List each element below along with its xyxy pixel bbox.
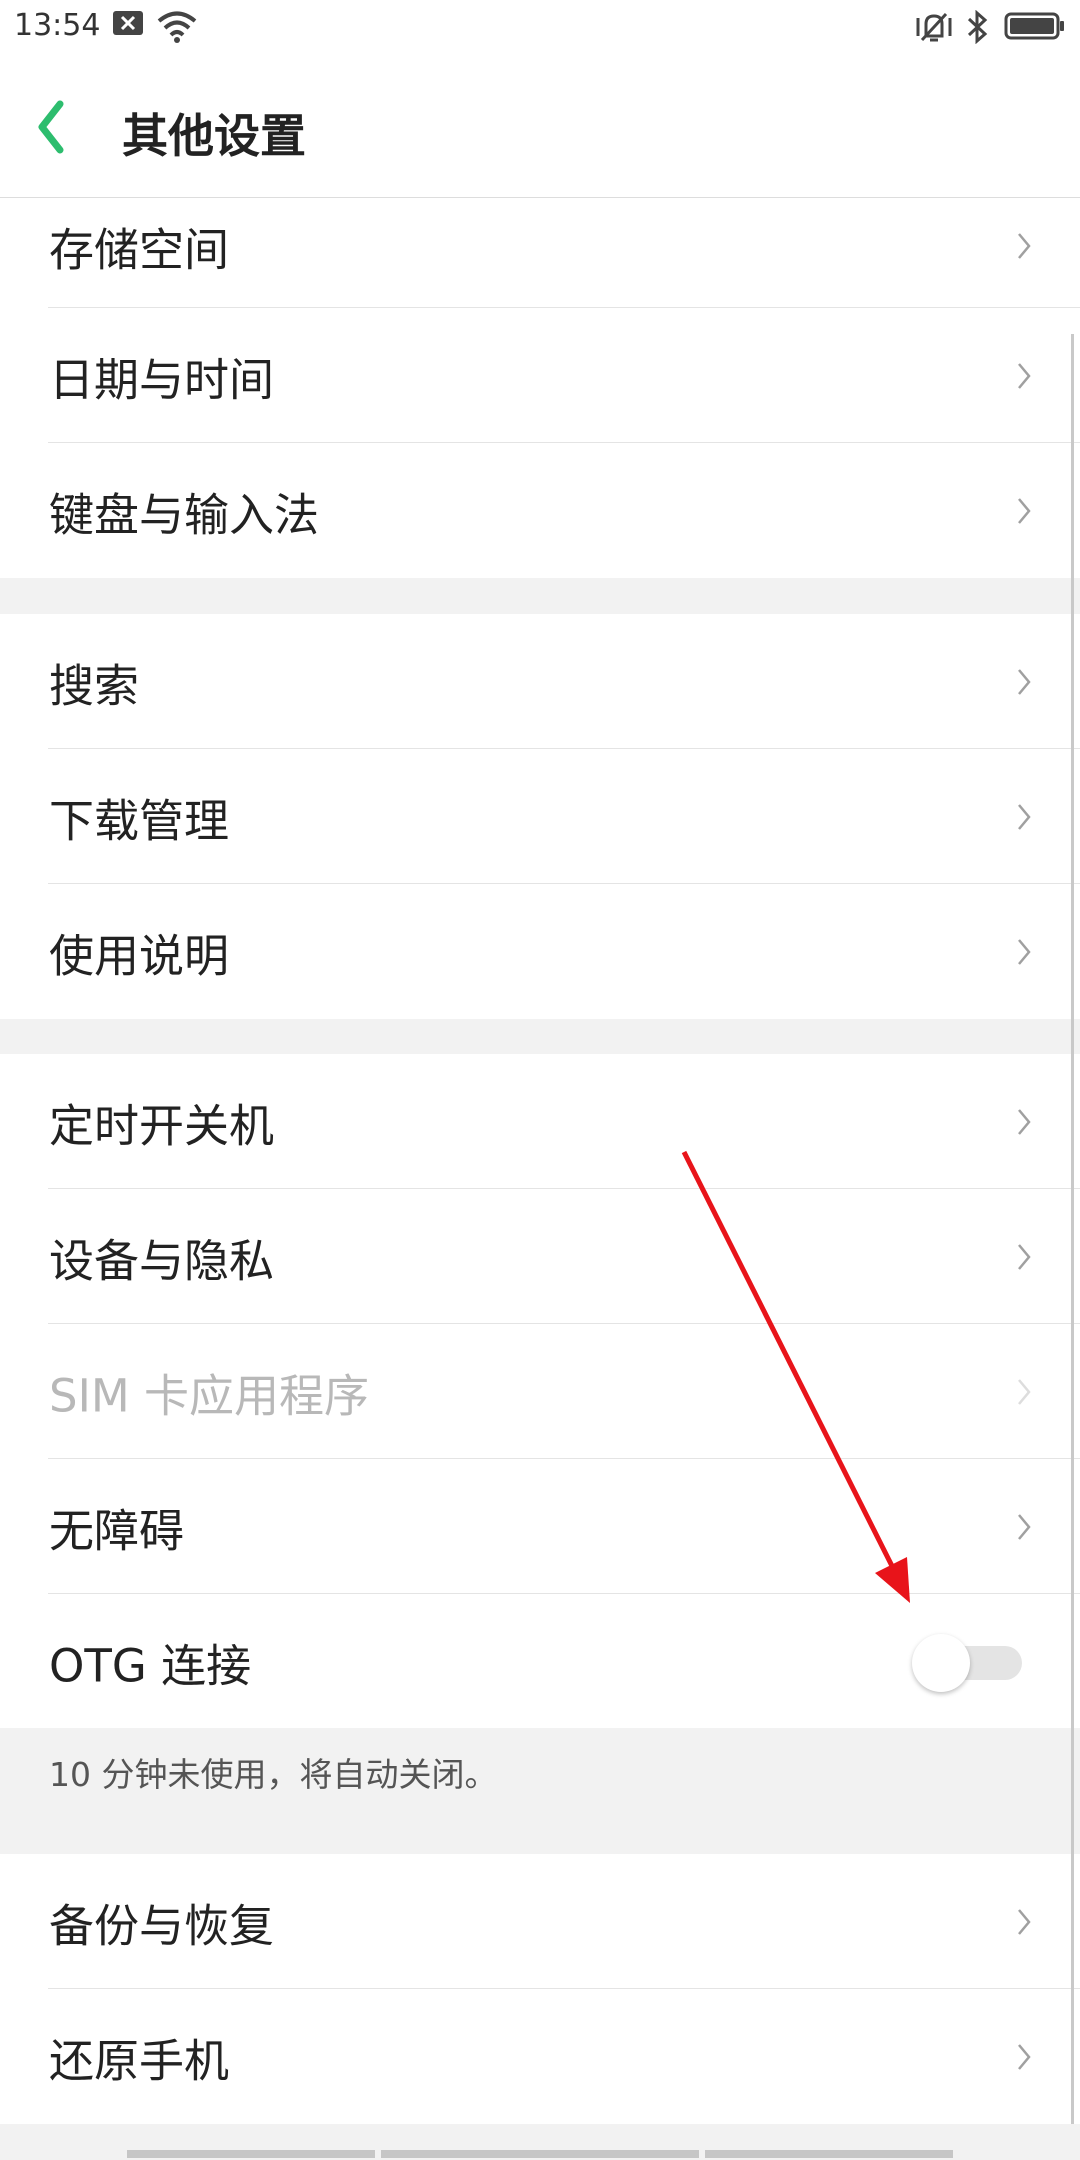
chevron-right-icon <box>1016 1907 1032 1937</box>
chevron-right-icon <box>1016 2042 1032 2072</box>
settings-item-reset-phone[interactable]: 还原手机 <box>0 1989 1080 2124</box>
back-button[interactable] <box>30 92 100 162</box>
settings-item-search[interactable]: 搜索 <box>0 614 1080 749</box>
item-label: 日期与时间 <box>49 353 275 406</box>
wifi-icon <box>156 10 198 48</box>
notification-close-icon <box>112 10 144 40</box>
gesture-segment <box>127 2150 375 2158</box>
page-title: 其他设置 <box>122 109 306 163</box>
otg-toggle[interactable] <box>912 1632 1032 1692</box>
item-label: 键盘与输入法 <box>49 488 320 541</box>
chevron-right-icon <box>1016 361 1032 391</box>
navigation-gesture-bar <box>0 2150 1080 2160</box>
settings-item-otg: OTG 连接 <box>0 1594 1080 1729</box>
battery-icon <box>1004 10 1066 46</box>
chevron-right-icon <box>1016 802 1032 832</box>
item-label: 存储空间 <box>49 223 230 277</box>
item-label: 备份与恢复 <box>49 1899 275 1952</box>
settings-item-backup-restore[interactable]: 备份与恢复 <box>0 1854 1080 1989</box>
gesture-segment <box>705 2150 953 2158</box>
chevron-right-icon <box>1016 1512 1032 1542</box>
chevron-right-icon <box>1016 937 1032 967</box>
item-label: 定时开关机 <box>49 1099 275 1152</box>
item-label: 下载管理 <box>49 794 230 847</box>
chevron-right-icon <box>1016 1242 1032 1272</box>
status-bar: 13:54 <box>0 0 1080 56</box>
vibrate-icon <box>912 10 956 48</box>
note-text: 10 分钟未使用，将自动关闭。 <box>49 1755 498 1794</box>
item-label: 使用说明 <box>49 929 230 982</box>
item-label: 还原手机 <box>49 2034 230 2087</box>
header: 其他设置 <box>0 56 1080 198</box>
chevron-left-icon <box>30 100 70 166</box>
chevron-right-icon <box>1016 667 1032 697</box>
settings-item-sim-toolkit: SIM 卡应用程序 <box>0 1324 1080 1459</box>
chevron-right-icon <box>1016 231 1032 261</box>
toggle-knob <box>912 1633 970 1692</box>
settings-item-keyboard-input[interactable]: 键盘与输入法 <box>0 443 1080 578</box>
settings-item-scheduled-power[interactable]: 定时开关机 <box>0 1054 1080 1189</box>
item-label: 无障碍 <box>49 1504 185 1557</box>
status-time: 13:54 <box>14 8 101 43</box>
chevron-right-icon <box>1016 1377 1032 1407</box>
settings-item-downloads[interactable]: 下载管理 <box>0 749 1080 884</box>
settings-item-accessibility[interactable]: 无障碍 <box>0 1459 1080 1594</box>
settings-item-date-time[interactable]: 日期与时间 <box>0 308 1080 443</box>
bluetooth-icon <box>962 9 992 48</box>
item-label: OTG 连接 <box>49 1639 252 1692</box>
item-label: 设备与隐私 <box>49 1234 275 1287</box>
otg-note: 10 分钟未使用，将自动关闭。 <box>0 1728 1080 1854</box>
settings-item-device-privacy[interactable]: 设备与隐私 <box>0 1189 1080 1324</box>
gesture-segment <box>381 2150 699 2158</box>
item-label: SIM 卡应用程序 <box>49 1369 369 1422</box>
settings-item-user-guide[interactable]: 使用说明 <box>0 884 1080 1019</box>
chevron-right-icon <box>1016 496 1032 526</box>
scrollbar[interactable] <box>1071 334 1074 2124</box>
item-label: 搜索 <box>49 659 140 712</box>
settings-item-storage[interactable]: 存储空间 <box>0 198 1080 308</box>
chevron-right-icon <box>1016 1107 1032 1137</box>
